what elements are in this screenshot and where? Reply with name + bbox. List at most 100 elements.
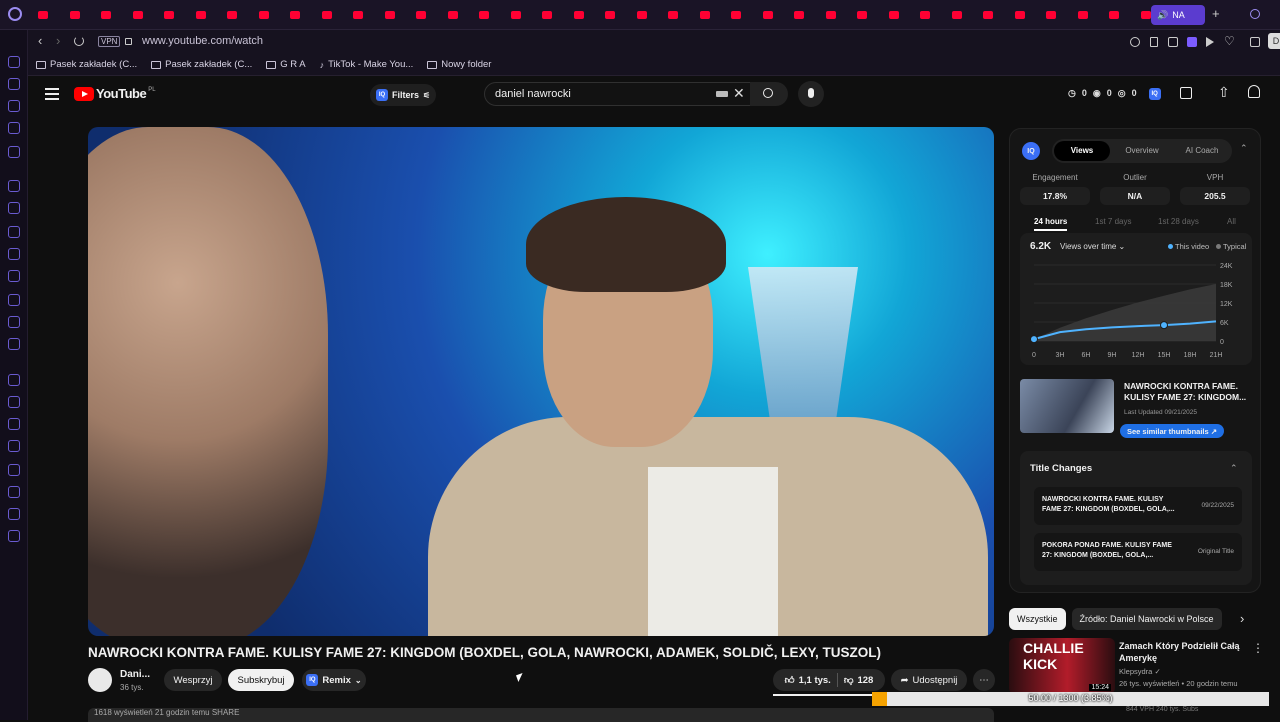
browser-tab[interactable]	[479, 7, 505, 23]
profile-avatar[interactable]: D	[1268, 33, 1280, 49]
browser-tab[interactable]	[164, 7, 190, 23]
browser-tab[interactable]	[542, 7, 568, 23]
browser-tab[interactable]	[38, 7, 64, 23]
active-tab[interactable]: 🔊 NA	[1151, 5, 1205, 25]
like-button[interactable]: 👍︎ 1,1 tys.	[785, 674, 831, 687]
search-button[interactable]	[750, 82, 788, 106]
views-over-time-dropdown[interactable]: Views over time ⌄	[1060, 242, 1125, 251]
sidebar-app-icon[interactable]	[8, 100, 20, 112]
browser-tab[interactable]	[1014, 7, 1041, 23]
voice-search-button[interactable]	[798, 81, 824, 107]
dislike-button[interactable]: 👎︎ 128	[844, 674, 874, 687]
see-similar-thumbnails-button[interactable]: See similar thumbnails ↗	[1120, 424, 1224, 438]
remix-button[interactable]: IQ Remix ⌄	[302, 669, 366, 691]
notifications-icon[interactable]	[1248, 85, 1260, 98]
sidebar-app-icon[interactable]	[8, 146, 20, 158]
range-all[interactable]: All	[1227, 217, 1236, 226]
sidebar-app-icon[interactable]	[8, 530, 20, 542]
more-actions-icon[interactable]: ⋯	[973, 669, 995, 691]
browser-tab[interactable]	[762, 7, 789, 23]
sidebar-app-icon[interactable]	[8, 338, 20, 350]
sidebar-app-icon[interactable]	[8, 486, 20, 498]
filters-button[interactable]: IQ Filters ⚟	[370, 84, 436, 106]
recommended-more-icon[interactable]: ⋮	[1252, 641, 1264, 655]
vpn-badge[interactable]: VPN	[98, 36, 121, 47]
browser-tab[interactable]	[920, 7, 946, 23]
opera-logo-icon[interactable]	[8, 7, 22, 21]
zoom-icon[interactable]	[1130, 37, 1140, 47]
sidebar-app-icon[interactable]	[8, 508, 20, 520]
browser-tab[interactable]	[195, 7, 222, 23]
sidebar-app-icon[interactable]	[8, 440, 20, 452]
sidebar-app-icon[interactable]	[8, 294, 20, 306]
sidebar-app-icon[interactable]	[8, 122, 20, 134]
browser-tab[interactable]	[132, 7, 159, 23]
browser-tab[interactable]	[290, 7, 316, 23]
reload-icon[interactable]	[74, 36, 84, 46]
range-first-28-days[interactable]: 1st 28 days	[1158, 217, 1199, 226]
browser-tab[interactable]	[605, 7, 631, 23]
collapse-chevron-icon[interactable]: ⌃	[1230, 463, 1238, 474]
sidebar-app-icon[interactable]	[8, 202, 20, 214]
browser-tab[interactable]	[573, 7, 600, 23]
upload-icon[interactable]: ⇧	[1218, 84, 1230, 101]
new-tab-button[interactable]: +	[1212, 6, 1220, 21]
chips-next-icon[interactable]: ›	[1240, 611, 1244, 626]
chip-source[interactable]: Źródło: Daniel Nawrocki w Polsce	[1071, 608, 1222, 630]
browser-tab[interactable]	[353, 7, 379, 23]
browser-tab[interactable]	[699, 7, 726, 23]
create-icon[interactable]	[1180, 87, 1192, 99]
browser-tab[interactable]	[731, 7, 757, 23]
video-thumbnail[interactable]	[1020, 379, 1114, 433]
sidebar-app-icon[interactable]	[8, 78, 20, 90]
browser-tab[interactable]	[1077, 7, 1104, 23]
tab-views[interactable]: Views	[1054, 141, 1110, 161]
browser-tab[interactable]	[794, 7, 820, 23]
bookmark-folder[interactable]: Pasek zakładek (C...	[151, 59, 252, 70]
url-field[interactable]: www.youtube.com/watch	[142, 35, 263, 47]
back-icon[interactable]: ‹	[38, 33, 42, 48]
sidebar-app-icon[interactable]	[8, 180, 20, 192]
browser-tab[interactable]	[227, 7, 253, 23]
tab-ai-coach[interactable]: AI Coach	[1174, 141, 1230, 161]
browser-tab[interactable]	[1046, 7, 1072, 23]
range-24-hours[interactable]: 24 hours	[1034, 217, 1068, 231]
browser-tab[interactable]	[321, 7, 348, 23]
youtube-logo[interactable]: YouTube PL	[74, 86, 156, 101]
browser-tab[interactable]	[101, 7, 127, 23]
lock-icon[interactable]	[125, 38, 132, 45]
support-button[interactable]: Wesprzyj	[164, 669, 222, 691]
browser-tab[interactable]	[983, 7, 1009, 23]
recommended-title[interactable]: Zamach Który Podzielił Całą Amerykę	[1119, 640, 1249, 664]
tab-search-icon[interactable]	[1250, 9, 1260, 19]
bookmark-folder[interactable]: Nowy folder	[427, 59, 491, 70]
bookmark-tiktok[interactable]: ♪ TikTok - Make You...	[320, 59, 414, 70]
heart-icon[interactable]: ♡	[1224, 34, 1235, 48]
channel-name[interactable]: Dani...	[120, 669, 150, 680]
browser-tab[interactable]	[825, 7, 852, 23]
vpn-shield-icon[interactable]	[1187, 37, 1197, 47]
browser-tab[interactable]	[384, 7, 411, 23]
browser-tab[interactable]	[951, 7, 978, 23]
range-first-7-days[interactable]: 1st 7 days	[1095, 217, 1131, 226]
browser-tab[interactable]	[510, 7, 537, 23]
browser-tab[interactable]	[888, 7, 915, 23]
keyboard-icon[interactable]	[716, 91, 728, 97]
play-icon[interactable]	[1206, 37, 1214, 47]
vidiq-stats-chip[interactable]: ◷ 0 ◉ 0 ◎ 0 IQ	[1068, 88, 1161, 100]
forward-icon[interactable]: ›	[56, 33, 60, 48]
bookmark-folder[interactable]: Pasek zakładek (C...	[36, 59, 137, 70]
sidebar-app-icon[interactable]	[8, 396, 20, 408]
recommended-channel[interactable]: Klepsydra ✓	[1119, 667, 1161, 676]
share-button[interactable]: ➦ Udostępnij	[891, 669, 967, 691]
sidebar-app-icon[interactable]	[8, 248, 20, 260]
clear-search-icon[interactable]: ✕	[733, 86, 745, 100]
browser-tab[interactable]	[636, 7, 663, 23]
recommended-thumbnail[interactable]: CHALLIE KICK 15:24	[1009, 638, 1115, 694]
browser-tab[interactable]	[857, 7, 883, 23]
sidebar-app-icon[interactable]	[8, 56, 20, 68]
tab-overview[interactable]: Overview	[1114, 141, 1170, 161]
subscribe-button[interactable]: Subskrybuj	[228, 669, 294, 691]
sidebar-app-icon[interactable]	[8, 270, 20, 282]
browser-tab[interactable]	[668, 7, 694, 23]
